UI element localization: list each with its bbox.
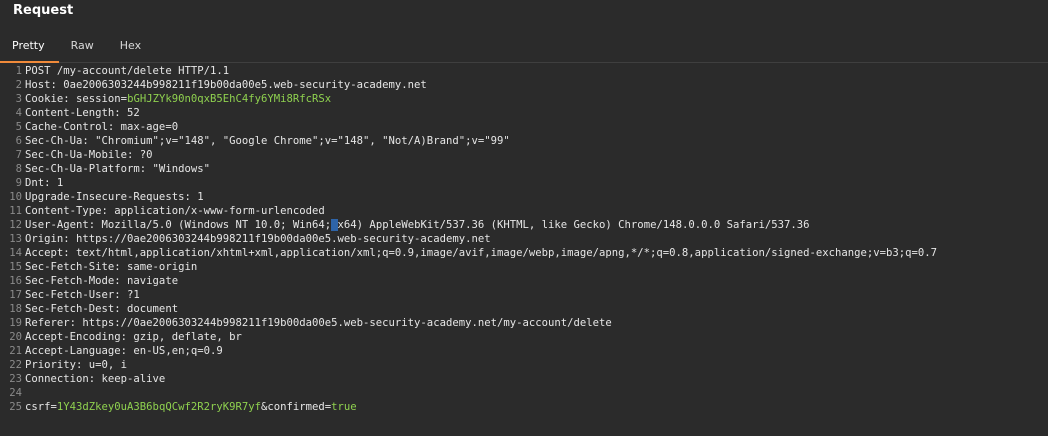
editor-line[interactable]: 13 Origin: https://0ae2006303244b998211f1… <box>0 232 1048 246</box>
editor-line[interactable]: 2 Host: 0ae2006303244b998211f19b00da00e5.… <box>0 78 1048 92</box>
editor-line[interactable]: 18 Sec-Fetch-Dest: document <box>0 302 1048 316</box>
line-code: Sec-Fetch-User: ?1 <box>25 289 140 301</box>
line-code: Priority: u=0, i <box>25 359 128 371</box>
line-code: Accept-Language: en-US,en;q=0.9 <box>25 345 223 357</box>
editor-line[interactable]: 5 Cache-Control: max-age=0 <box>0 120 1048 134</box>
editor-line[interactable]: 11 Content-Type: application/x-www-form-u… <box>0 204 1048 218</box>
line-number: 19 <box>9 317 22 329</box>
line-number: 1 <box>15 65 22 77</box>
line-number: 16 <box>9 275 22 287</box>
line-number: 5 <box>15 121 22 133</box>
line-number: 12 <box>9 219 22 231</box>
line-number: 6 <box>15 135 22 147</box>
header-name: Cookie: session= <box>25 93 128 105</box>
line-code: Sec-Ch-Ua-Mobile: ?0 <box>25 149 153 161</box>
editor-line[interactable]: 25 csrf=1Y43dZkey0uA3B6bqQCwf2R2ryK9R7yf&… <box>0 400 1048 414</box>
line-number: 3 <box>15 93 22 105</box>
editor-line[interactable]: 24 <box>0 386 1048 400</box>
tab-pretty[interactable]: Pretty <box>0 39 59 63</box>
line-number: 10 <box>9 191 22 203</box>
line-code: csrf=1Y43dZkey0uA3B6bqQCwf2R2ryK9R7yf&co… <box>25 400 1048 414</box>
editor-line[interactable]: 9 Dnt: 1 <box>0 176 1048 190</box>
line-number: 24 <box>9 387 22 399</box>
line-number: 22 <box>9 359 22 371</box>
line-number: 20 <box>9 331 22 343</box>
line-number: 8 <box>15 163 22 175</box>
line-code: Sec-Ch-Ua-Platform: "Windows" <box>25 163 210 175</box>
request-editor[interactable]: 1 POST /my-account/delete HTTP/1.1 2 Host: … <box>0 64 1048 436</box>
editor-line[interactable]: 6 Sec-Ch-Ua: "Chromium";v="148", "Google … <box>0 134 1048 148</box>
tab-raw[interactable]: Raw <box>71 39 94 62</box>
header-text: User-Agent: Mozilla/5.0 (Windows NT 10.0… <box>25 219 332 231</box>
editor-line[interactable]: 19 Referer: https://0ae2006303244b998211f… <box>0 316 1048 330</box>
panel-title: Request <box>0 0 1048 24</box>
editor-line[interactable]: 7 Sec-Ch-Ua-Mobile: ?0 <box>0 148 1048 162</box>
line-code: Sec-Fetch-Site: same-origin <box>25 261 198 273</box>
editor-line[interactable]: 10 Upgrade-Insecure-Requests: 1 <box>0 190 1048 204</box>
editor-line[interactable]: 14 Accept: text/html,application/xhtml+xm… <box>0 246 1048 260</box>
header-text: x64) AppleWebKit/537.36 (KHTML, like Gec… <box>337 219 810 231</box>
line-code: Upgrade-Insecure-Requests: 1 <box>25 191 204 203</box>
tab-hex[interactable]: Hex <box>120 39 141 62</box>
editor-line[interactable]: 16 Sec-Fetch-Mode: navigate <box>0 274 1048 288</box>
view-tabs: Pretty Raw Hex <box>0 24 1048 63</box>
editor-line[interactable]: 20 Accept-Encoding: gzip, deflate, br <box>0 330 1048 344</box>
request-panel: Request Pretty Raw Hex 1 POST /my-account… <box>0 0 1048 436</box>
line-number: 23 <box>9 373 22 385</box>
line-code: Referer: https://0ae2006303244b998211f19… <box>25 317 612 329</box>
editor-line[interactable]: 23 Connection: keep-alive <box>0 372 1048 386</box>
line-number: 25 <box>9 401 22 413</box>
editor-line[interactable]: 8 Sec-Ch-Ua-Platform: "Windows" <box>0 162 1048 176</box>
editor-line[interactable]: 15 Sec-Fetch-Site: same-origin <box>0 260 1048 274</box>
param-key: &confirmed= <box>261 401 332 413</box>
line-number: 13 <box>9 233 22 245</box>
param-key: csrf= <box>25 401 57 413</box>
line-number: 4 <box>15 107 22 119</box>
line-number: 14 <box>9 247 22 259</box>
line-code: Dnt: 1 <box>25 177 64 189</box>
editor-line[interactable]: 1 POST /my-account/delete HTTP/1.1 <box>0 64 1048 78</box>
line-code: POST /my-account/delete HTTP/1.1 <box>25 65 230 77</box>
editor-line[interactable]: 17 Sec-Fetch-User: ?1 <box>0 288 1048 302</box>
line-code: Sec-Ch-Ua: "Chromium";v="148", "Google C… <box>25 135 510 147</box>
line-code: Content-Type: application/x-www-form-url… <box>25 205 325 217</box>
line-number: 11 <box>9 205 22 217</box>
param-value: 1Y43dZkey0uA3B6bqQCwf2R2ryK9R7yf <box>56 401 261 413</box>
line-code: Accept-Encoding: gzip, deflate, br <box>25 331 242 343</box>
line-number: 17 <box>9 289 22 301</box>
line-number: 21 <box>9 345 22 357</box>
line-code: Sec-Fetch-Dest: document <box>25 303 179 315</box>
line-code: Sec-Fetch-Mode: navigate <box>25 275 179 287</box>
line-number: 15 <box>9 261 22 273</box>
line-code: Cache-Control: max-age=0 <box>25 121 179 133</box>
line-code: Cookie: session=bGHJZYk90n0qxB5EhC4fy6YM… <box>25 92 1048 106</box>
line-code: Host: 0ae2006303244b998211f19b00da00e5.w… <box>25 79 427 91</box>
line-number: 18 <box>9 303 22 315</box>
editor-line[interactable]: 22 Priority: u=0, i <box>0 358 1048 372</box>
line-number: 7 <box>15 149 22 161</box>
line-code: Origin: https://0ae2006303244b998211f19b… <box>25 233 491 245</box>
editor-line[interactable]: 4 Content-Length: 52 <box>0 106 1048 120</box>
line-code: Accept: text/html,application/xhtml+xml,… <box>25 247 938 259</box>
line-code: Content-Length: 52 <box>25 107 140 119</box>
line-code: Connection: keep-alive <box>25 373 166 385</box>
cookie-value: bGHJZYk90n0qxB5EhC4fy6YMi8RfcRSx <box>127 93 332 105</box>
editor-line[interactable]: 12 User-Agent: Mozilla/5.0 (Windows NT 10… <box>0 218 1048 232</box>
line-number: 2 <box>15 79 22 91</box>
editor-line[interactable]: 3 Cookie: session=bGHJZYk90n0qxB5EhC4fy6Y… <box>0 92 1048 106</box>
line-code: User-Agent: Mozilla/5.0 (Windows NT 10.0… <box>25 218 1048 232</box>
param-value: true <box>331 401 357 413</box>
line-number: 9 <box>15 177 22 189</box>
editor-line[interactable]: 21 Accept-Language: en-US,en;q=0.9 <box>0 344 1048 358</box>
